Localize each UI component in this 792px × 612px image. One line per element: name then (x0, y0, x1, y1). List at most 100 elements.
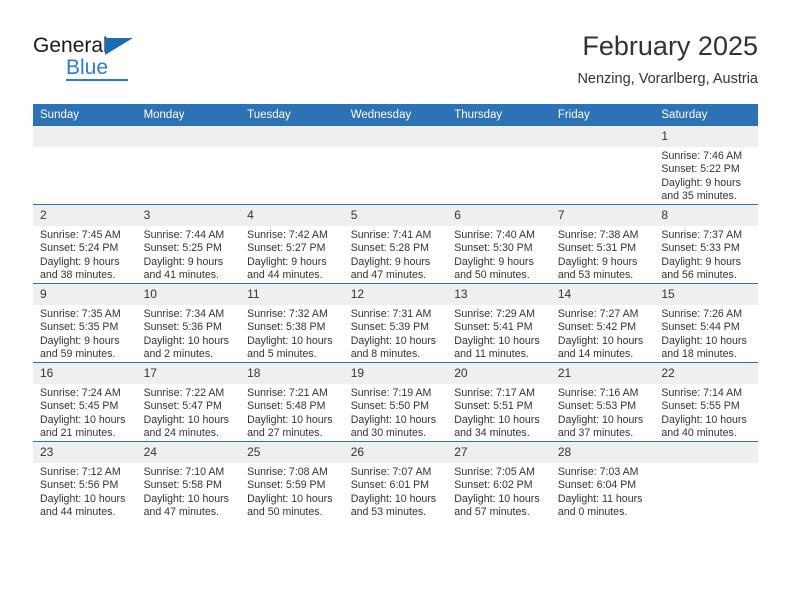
calendar-day-cell[interactable]: 3 Sunrise: 7:44 AM Sunset: 5:25 PM Daylight… (136, 204, 241, 284)
calendar-day-cell[interactable]: 20 Sunrise: 7:17 AM Sunset: 5:51 PM Dayligh… (447, 362, 551, 442)
sunrise-text: Sunrise: 7:34 AM (143, 308, 225, 320)
calendar-day-cell[interactable]: 18 Sunrise: 7:21 AM Sunset: 5:48 PM Dayligh… (240, 362, 344, 442)
sunset-text: Sunset: 5:56 PM (40, 479, 119, 492)
calendar-day-cell[interactable]: 22 Sunrise: 7:14 AM Sunset: 5:55 PM Dayligh… (654, 362, 758, 442)
daylight-text-line1: Daylight: 10 hours (661, 334, 747, 347)
sunset-text: Sunset: 5:45 PM (40, 400, 119, 413)
calendar-day-cell[interactable]: 27 Sunrise: 7:05 AM Sunset: 6:02 PM Dayligh… (447, 441, 551, 520)
day-number: 10 (136, 284, 241, 305)
sunset-text: Sunset: 5:53 PM (557, 400, 637, 413)
calendar-day-cell[interactable]: 15 Sunrise: 7:26 AM Sunset: 5:44 PM Dayligh… (654, 283, 758, 363)
day-details: Sunrise: 7:10 AM Sunset: 5:58 PM Daylight:… (137, 463, 241, 520)
day-number: 13 (447, 284, 551, 305)
calendar-day-cell-empty (654, 441, 758, 520)
daylight-text-line1: Daylight: 10 hours (40, 413, 126, 426)
daylight-text-line2: and 30 minutes. (350, 427, 427, 440)
day-number: 18 (240, 363, 344, 384)
daylight-text-line1: Daylight: 9 hours (454, 255, 534, 268)
calendar-day-cell[interactable]: 26 Sunrise: 7:07 AM Sunset: 6:01 PM Dayligh… (343, 441, 448, 520)
sunrise-text: Sunrise: 7:05 AM (454, 466, 535, 478)
calendar-day-cell-empty (33, 126, 137, 205)
calendar-day-cell[interactable]: 7 Sunrise: 7:38 AM Sunset: 5:31 PM Daylight… (550, 204, 655, 284)
sunset-text: Sunset: 5:58 PM (143, 479, 222, 492)
day-details: Sunrise: 7:44 AM Sunset: 5:25 PM Daylight:… (137, 226, 241, 283)
calendar-week-row: 23 Sunrise: 7:12 AM Sunset: 5:56 PM Dayligh… (33, 441, 758, 520)
sunrise-text: Sunrise: 7:17 AM (454, 387, 535, 399)
sunrise-text: Sunrise: 7:29 AM (454, 308, 535, 320)
sunset-text: Sunset: 5:35 PM (40, 321, 119, 334)
page-subtitle: Nenzing, Vorarlberg, Austria (577, 71, 758, 87)
calendar-day-cell-empty (550, 126, 655, 205)
calendar-day-cell[interactable]: 4 Sunrise: 7:42 AM Sunset: 5:27 PM Daylight… (240, 204, 344, 284)
day-details: Sunrise: 7:38 AM Sunset: 5:31 PM Daylight:… (551, 226, 655, 283)
sunrise-text: Sunrise: 7:26 AM (661, 308, 743, 320)
day-number (550, 126, 655, 147)
calendar-page: General Blue February 2025 Nenzing, Vora… (0, 0, 792, 612)
calendar-day-cell[interactable]: 5 Sunrise: 7:41 AM Sunset: 5:28 PM Daylight… (343, 204, 448, 284)
sunset-text: Sunset: 6:04 PM (557, 479, 637, 492)
day-number: 8 (654, 205, 758, 226)
sunset-text: Sunset: 5:31 PM (557, 242, 637, 255)
calendar-day-cell[interactable]: 13 Sunrise: 7:29 AM Sunset: 5:41 PM Dayligh… (447, 283, 551, 363)
calendar-day-cell[interactable]: 14 Sunrise: 7:27 AM Sunset: 5:42 PM Dayligh… (550, 283, 655, 363)
calendar-day-cell[interactable]: 6 Sunrise: 7:40 AM Sunset: 5:30 PM Daylight… (447, 204, 551, 284)
daylight-text-line2: and 0 minutes. (557, 506, 628, 519)
sunset-text: Sunset: 5:59 PM (247, 479, 326, 492)
day-number: 16 (33, 363, 137, 384)
sunset-text: Sunset: 5:36 PM (143, 321, 222, 334)
daylight-text-line1: Daylight: 10 hours (454, 492, 540, 505)
day-number: 28 (550, 442, 655, 463)
sunrise-text: Sunrise: 7:08 AM (247, 466, 328, 478)
sunrise-text: Sunrise: 7:40 AM (454, 229, 535, 241)
calendar-day-cell[interactable]: 11 Sunrise: 7:32 AM Sunset: 5:38 PM Dayligh… (240, 283, 344, 363)
day-details: Sunrise: 7:24 AM Sunset: 5:45 PM Daylight:… (33, 384, 137, 441)
day-details: Sunrise: 7:21 AM Sunset: 5:48 PM Daylight:… (240, 384, 344, 441)
day-details (240, 147, 344, 150)
calendar-day-cell[interactable]: 25 Sunrise: 7:08 AM Sunset: 5:59 PM Dayligh… (240, 441, 344, 520)
sunrise-text: Sunrise: 7:12 AM (40, 466, 121, 478)
daylight-text-line1: Daylight: 10 hours (661, 413, 747, 426)
day-number: 9 (33, 284, 137, 305)
daylight-text-line2: and 50 minutes. (454, 269, 530, 282)
sunset-text: Sunset: 5:27 PM (247, 242, 326, 255)
sunrise-text: Sunrise: 7:14 AM (661, 387, 743, 399)
calendar-day-cell[interactable]: 28 Sunrise: 7:03 AM Sunset: 6:04 PM Dayligh… (550, 441, 655, 520)
daylight-text-line2: and 37 minutes. (557, 427, 634, 440)
sunrise-text: Sunrise: 7:24 AM (40, 387, 121, 399)
calendar-day-cell[interactable]: 17 Sunrise: 7:22 AM Sunset: 5:47 PM Dayligh… (136, 362, 241, 442)
daylight-text-line1: Daylight: 10 hours (454, 334, 540, 347)
calendar-day-cell[interactable]: 19 Sunrise: 7:19 AM Sunset: 5:50 PM Dayligh… (343, 362, 448, 442)
calendar-day-cell[interactable]: 8 Sunrise: 7:37 AM Sunset: 5:33 PM Daylight… (654, 204, 758, 284)
sunset-text: Sunset: 5:50 PM (350, 400, 430, 413)
calendar-table: Sunday Monday Tuesday Wednesday Thursday Frid… (33, 104, 758, 520)
calendar-day-cell[interactable]: 10 Sunrise: 7:34 AM Sunset: 5:36 PM Dayligh… (136, 283, 241, 363)
daylight-text-line1: Daylight: 10 hours (143, 413, 229, 426)
day-details: Sunrise: 7:16 AM Sunset: 5:53 PM Daylight:… (551, 384, 655, 441)
calendar-day-cell[interactable]: 24 Sunrise: 7:10 AM Sunset: 5:58 PM Dayligh… (136, 441, 241, 520)
day-number: 20 (447, 363, 551, 384)
calendar-day-cell[interactable]: 12 Sunrise: 7:31 AM Sunset: 5:39 PM Dayligh… (343, 283, 448, 363)
calendar-day-cell[interactable]: 2 Sunrise: 7:45 AM Sunset: 5:24 PM Daylight… (33, 204, 137, 284)
day-details: Sunrise: 7:27 AM Sunset: 5:42 PM Daylight:… (551, 305, 655, 362)
calendar-week-row: 16 Sunrise: 7:24 AM Sunset: 5:45 PM Dayligh… (33, 362, 758, 442)
weekday-header-wednesday: Wednesday (343, 104, 448, 126)
day-details: Sunrise: 7:37 AM Sunset: 5:33 PM Daylight:… (654, 226, 758, 283)
calendar-day-cell[interactable]: 1 Sunrise: 7:46 AM Sunset: 5:22 PM Daylight… (654, 126, 758, 205)
daylight-text-line2: and 8 minutes. (350, 348, 421, 361)
day-details: Sunrise: 7:32 AM Sunset: 5:38 PM Daylight:… (240, 305, 344, 362)
daylight-text-line2: and 47 minutes. (350, 269, 427, 282)
weekday-header-friday: Friday (550, 104, 655, 126)
day-number: 15 (654, 284, 758, 305)
calendar-day-cell[interactable]: 23 Sunrise: 7:12 AM Sunset: 5:56 PM Dayligh… (33, 441, 137, 520)
sunrise-text: Sunrise: 7:19 AM (350, 387, 432, 399)
brand-logo[interactable]: General Blue (33, 33, 223, 91)
calendar-day-cell-empty (240, 126, 344, 205)
daylight-text-line2: and 44 minutes. (247, 269, 323, 282)
day-number: 11 (240, 284, 344, 305)
brand-underline (66, 79, 128, 81)
daylight-text-line1: Daylight: 10 hours (454, 413, 540, 426)
calendar-day-cell[interactable]: 16 Sunrise: 7:24 AM Sunset: 5:45 PM Dayligh… (33, 362, 137, 442)
sunset-text: Sunset: 5:25 PM (143, 242, 222, 255)
calendar-day-cell[interactable]: 21 Sunrise: 7:16 AM Sunset: 5:53 PM Dayligh… (550, 362, 655, 442)
calendar-day-cell[interactable]: 9 Sunrise: 7:35 AM Sunset: 5:35 PM Daylight… (33, 283, 137, 363)
